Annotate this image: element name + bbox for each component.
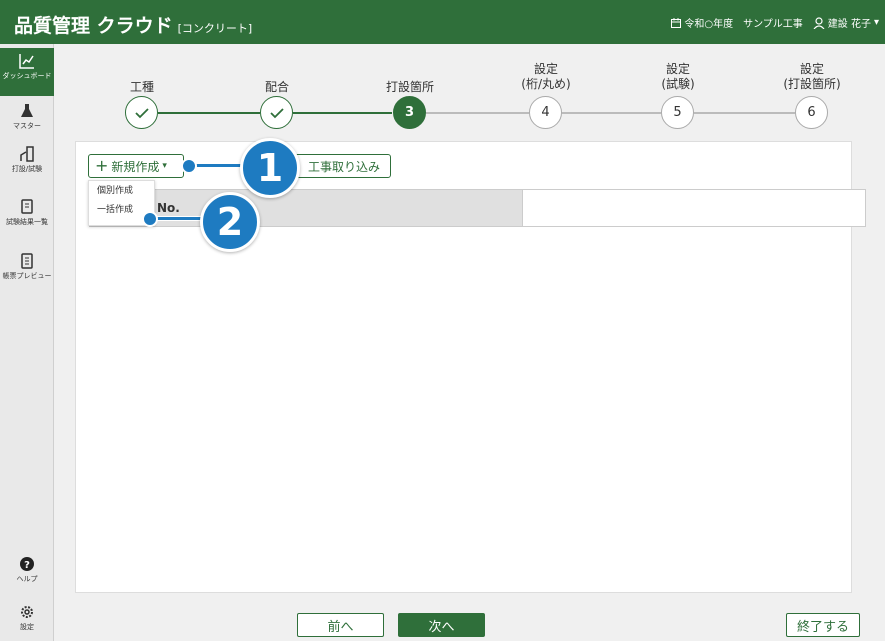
project-name[interactable]: サンプル工事	[743, 15, 803, 30]
callout-1-badge: 1	[240, 138, 300, 198]
sidebar-item-results[interactable]: 試験結果一覧	[0, 198, 54, 227]
step-1-label: 工種	[129, 80, 154, 94]
dashboard-icon	[19, 54, 34, 69]
sidebar-item-label: マスター	[13, 122, 41, 130]
step-connector	[562, 112, 661, 114]
gear-icon	[21, 606, 33, 618]
checkmark-icon	[134, 107, 149, 118]
step-6-circle[interactable]: 6	[795, 96, 828, 129]
sidebar-item-help[interactable]: ? ヘルプ	[0, 555, 54, 584]
prev-button[interactable]: 前へ	[297, 613, 384, 637]
chevron-down-icon: ▾	[873, 17, 879, 28]
report-icon	[21, 253, 33, 269]
app-header: 品質管理 クラウド [コンクリート] 令和○年度 サンプル工事 建設 花子 ▾	[0, 0, 885, 44]
callout-2-badge: 2	[200, 192, 260, 252]
sidebar-item-pouring[interactable]: 打設/試験	[0, 145, 54, 174]
app-title: 品質管理 クラウド	[14, 15, 173, 37]
step-5-circle[interactable]: 5	[661, 96, 694, 129]
sidebar-item-label: 帳票プレビュー	[2, 272, 52, 280]
sidebar-item-dashboard[interactable]: ダッシュボード	[0, 48, 54, 96]
sidebar-item-master[interactable]: マスター	[0, 102, 54, 131]
step-5-label: 設定 (試験)	[661, 62, 695, 91]
step-3-label: 打設箇所	[385, 80, 434, 94]
sidebar-item-label: ダッシュボード	[2, 72, 52, 80]
checkmark-icon	[269, 107, 284, 118]
menu-item-individual-create[interactable]: 個別作成	[89, 181, 154, 200]
plus-icon: +	[95, 156, 109, 175]
sidebar-item-label: 打設/試験	[11, 165, 43, 173]
sidebar-item-label: 試験結果一覧	[6, 218, 48, 226]
step-connector	[158, 112, 260, 114]
caret-down-icon: ▾	[162, 161, 167, 171]
sidebar: ダッシュボード マスター 打設/試験 試験結果一覧 帳票プレビュー ? ヘルプ …	[0, 44, 54, 641]
new-create-button[interactable]: + 新規作成 ▾	[88, 154, 184, 178]
pouring-icon	[20, 146, 34, 162]
step-connector	[426, 112, 529, 114]
step-6-label: 設定 (打設箇所)	[783, 62, 841, 91]
user-menu[interactable]: 建設 花子 ▾	[813, 15, 879, 30]
svg-text:?: ?	[24, 560, 30, 571]
user-name: 建設 花子	[827, 19, 871, 30]
fiscal-year-label: 令和○年度	[684, 19, 734, 30]
callout-1-dot	[181, 158, 197, 174]
step-2-circle[interactable]	[260, 96, 293, 129]
step-2-label: 配合	[264, 80, 289, 94]
step-1-circle[interactable]	[125, 96, 158, 129]
header-right: 令和○年度 サンプル工事 建設 花子 ▾	[671, 15, 879, 30]
help-label: ヘルプ	[16, 575, 38, 583]
import-project-label: 工事取り込み	[307, 159, 380, 174]
step-4-circle[interactable]: 4	[529, 96, 562, 129]
step-4-label: 設定 (桁/丸め)	[521, 62, 571, 91]
app-subtitle: [コンクリート]	[177, 22, 253, 35]
user-icon	[813, 16, 825, 29]
next-button[interactable]: 次へ	[398, 613, 485, 637]
step-connector	[293, 112, 392, 114]
new-create-label: 新規作成	[111, 159, 160, 174]
calendar-icon	[671, 17, 682, 28]
sidebar-item-report[interactable]: 帳票プレビュー	[0, 252, 54, 281]
sidebar-item-settings[interactable]: 設定	[0, 603, 54, 632]
results-icon	[21, 199, 33, 214]
fiscal-year-selector[interactable]: 令和○年度	[671, 15, 733, 30]
settings-label: 設定	[20, 623, 34, 631]
step-3-circle[interactable]: 3	[393, 96, 426, 129]
finish-button[interactable]: 終了する	[786, 613, 860, 637]
table-header-no: No.	[157, 201, 180, 215]
app-brand: 品質管理 クラウド [コンクリート]	[14, 11, 252, 38]
help-icon: ?	[20, 557, 34, 571]
flask-icon	[21, 104, 33, 117]
step-connector	[694, 112, 795, 114]
callout-2-dot	[142, 211, 158, 227]
